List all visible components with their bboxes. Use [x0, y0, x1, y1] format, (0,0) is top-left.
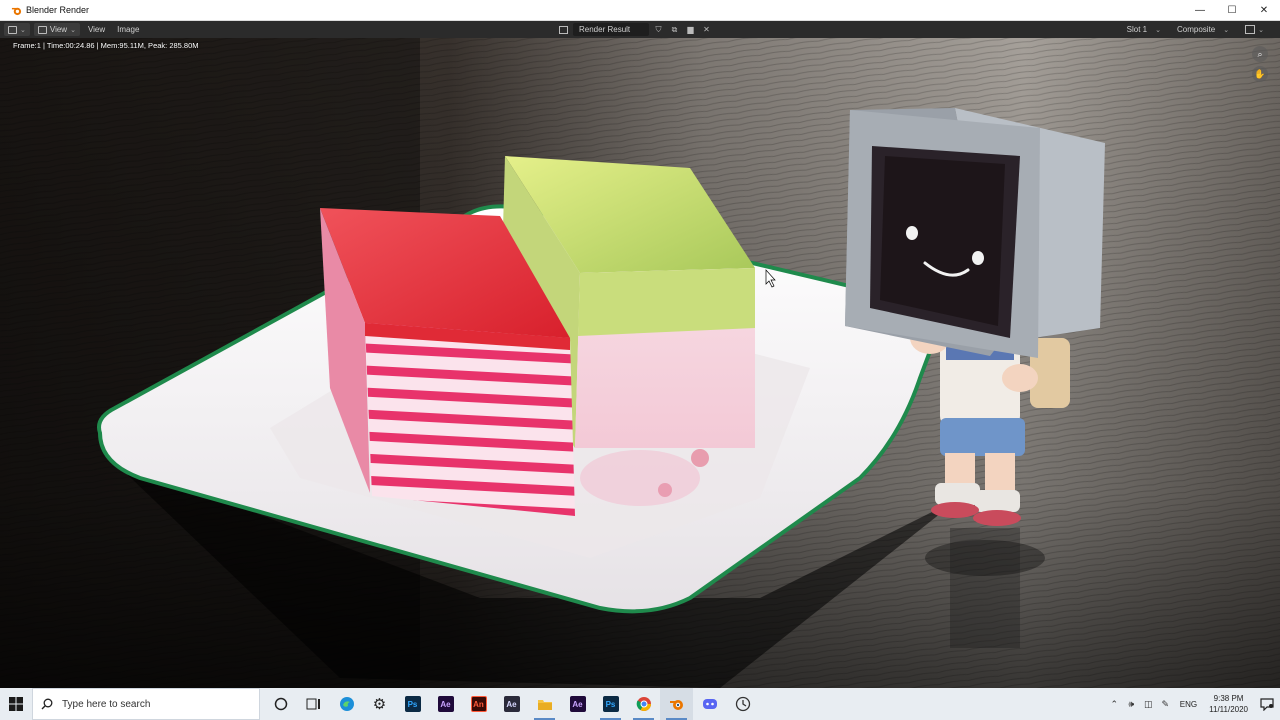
- taskbar-app-photoshop[interactable]: Ps: [396, 688, 429, 720]
- slot-dropdown[interactable]: Slot 1 ⌄: [1121, 23, 1167, 36]
- view-mode-label: View: [49, 25, 68, 34]
- search-placeholder: Type here to search: [62, 698, 151, 710]
- windows-logo-icon: [9, 697, 23, 711]
- window-title-bar[interactable]: Blender Render — ☐ ✕: [0, 0, 1280, 21]
- chrome-icon: [636, 697, 651, 711]
- view-mode-dropdown[interactable]: View ⌄: [33, 23, 80, 36]
- chevron-down-icon: ⌄: [20, 26, 26, 34]
- render-result-image: [0, 38, 1280, 688]
- language-indicator[interactable]: ENG: [1174, 700, 1203, 709]
- open-folder-icon[interactable]: ▆: [684, 23, 697, 36]
- image-name-field[interactable]: Render Result: [573, 23, 649, 36]
- render-stats-text: Frame:1 | Time:00:24.86 | Mem:95.11M, Pe…: [13, 41, 199, 50]
- windows-taskbar: Type here to search ⚙ Ps Ae An Ae Ae Ps …: [0, 688, 1280, 720]
- blender-icon: [669, 700, 683, 710]
- taskbar-app-after-effects-2[interactable]: Ae: [561, 688, 594, 720]
- render-viewport[interactable]: Frame:1 | Time:00:24.86 | Mem:95.11M, Pe…: [0, 38, 1280, 688]
- taskbar-app-blender[interactable]: [660, 688, 693, 720]
- taskbar-app-after-effects[interactable]: Ae: [429, 688, 462, 720]
- gear-icon: ⚙: [372, 696, 387, 713]
- volume-icon[interactable]: 🕪: [1123, 699, 1140, 710]
- photoshop-icon: Ps: [602, 696, 619, 712]
- taskbar-app-animate[interactable]: An: [462, 688, 495, 720]
- new-image-icon[interactable]: ⧉: [668, 23, 681, 36]
- display-channels-icon: [1245, 25, 1256, 34]
- blender-logo-icon: [10, 4, 22, 16]
- clock-time: 9:38 PM: [1213, 694, 1244, 703]
- taskbar-app-clock[interactable]: [726, 688, 759, 720]
- after-effects-icon: Ae: [437, 696, 454, 712]
- discord-icon: [702, 699, 717, 709]
- zoom-magnifier-icon[interactable]: ⌕: [1252, 46, 1268, 62]
- screen: Blender Render — ☐ ✕ ⌄ View ⌄ View Image…: [0, 0, 1280, 720]
- chevron-down-icon: ⌄: [1223, 26, 1230, 34]
- taskbar-app-chrome[interactable]: [627, 688, 660, 720]
- task-view-icon: [306, 698, 320, 710]
- slot-label: Slot 1: [1126, 25, 1148, 34]
- network-icon[interactable]: ◫: [1140, 699, 1157, 710]
- view-mode-icon: [37, 25, 47, 34]
- close-button[interactable]: ✕: [1248, 0, 1280, 21]
- display-channels-dropdown[interactable]: ⌄: [1239, 23, 1270, 36]
- editor-type-button[interactable]: ⌄: [4, 23, 30, 36]
- browse-image-button[interactable]: [557, 23, 570, 36]
- chevron-down-icon: ⌄: [70, 26, 76, 34]
- system-tray: ⌃ 🕪 ◫ ✎ ENG 9:38 PM 11/11/2020: [1106, 688, 1280, 720]
- clock-date: 11/11/2020: [1209, 705, 1248, 714]
- minimize-button[interactable]: —: [1184, 0, 1216, 21]
- menu-image[interactable]: Image: [113, 23, 143, 36]
- fake-user-shield-icon[interactable]: ⛉: [652, 23, 665, 36]
- taskbar-app-photoshop-2[interactable]: Ps: [594, 688, 627, 720]
- folder-icon: [537, 700, 552, 710]
- action-center-button[interactable]: [1254, 688, 1280, 720]
- chevron-up-icon[interactable]: ⌃: [1106, 699, 1123, 710]
- taskbar-app-edge[interactable]: [330, 688, 363, 720]
- unlink-close-icon[interactable]: ✕: [700, 23, 713, 36]
- render-layer-label: Composite: [1177, 25, 1216, 34]
- taskbar-search-box[interactable]: Type here to search: [32, 688, 260, 720]
- taskbar-clock[interactable]: 9:38 PM 11/11/2020: [1203, 693, 1254, 715]
- cortana-button[interactable]: [264, 688, 297, 720]
- render-layer-dropdown[interactable]: Composite ⌄: [1171, 23, 1235, 36]
- pan-hand-icon[interactable]: ✋: [1252, 66, 1268, 82]
- search-icon: [41, 698, 53, 710]
- window-title: Blender Render: [26, 5, 90, 15]
- start-button[interactable]: [0, 688, 32, 720]
- menu-view[interactable]: View: [84, 23, 109, 36]
- image-editor-icon: [8, 25, 17, 34]
- after-effects-icon: Ae: [569, 696, 586, 712]
- taskbar-app-discord[interactable]: [693, 688, 726, 720]
- image-icon: [559, 25, 568, 34]
- image-editor-header: ⌄ View ⌄ View Image Render Result ⛉ ⧉ ▆ …: [0, 21, 1280, 38]
- maximize-button[interactable]: ☐: [1216, 0, 1248, 21]
- clock-app-icon: [735, 696, 750, 712]
- media-encoder-icon: Ae: [503, 696, 520, 712]
- taskbar-app-media-encoder[interactable]: Ae: [495, 688, 528, 720]
- taskbar-app-file-explorer[interactable]: [528, 688, 561, 720]
- chevron-down-icon: ⌄: [1258, 26, 1264, 34]
- edge-icon: [339, 697, 354, 711]
- photoshop-icon: Ps: [404, 696, 421, 712]
- notification-icon: [1260, 697, 1274, 711]
- chevron-down-icon: ⌄: [1155, 26, 1161, 34]
- cortana-circle-icon: [274, 697, 287, 711]
- taskbar-app-task-view[interactable]: [297, 688, 330, 720]
- pen-icon[interactable]: ✎: [1157, 699, 1174, 710]
- taskbar-app-settings[interactable]: ⚙: [363, 688, 396, 720]
- animate-icon: An: [470, 696, 487, 712]
